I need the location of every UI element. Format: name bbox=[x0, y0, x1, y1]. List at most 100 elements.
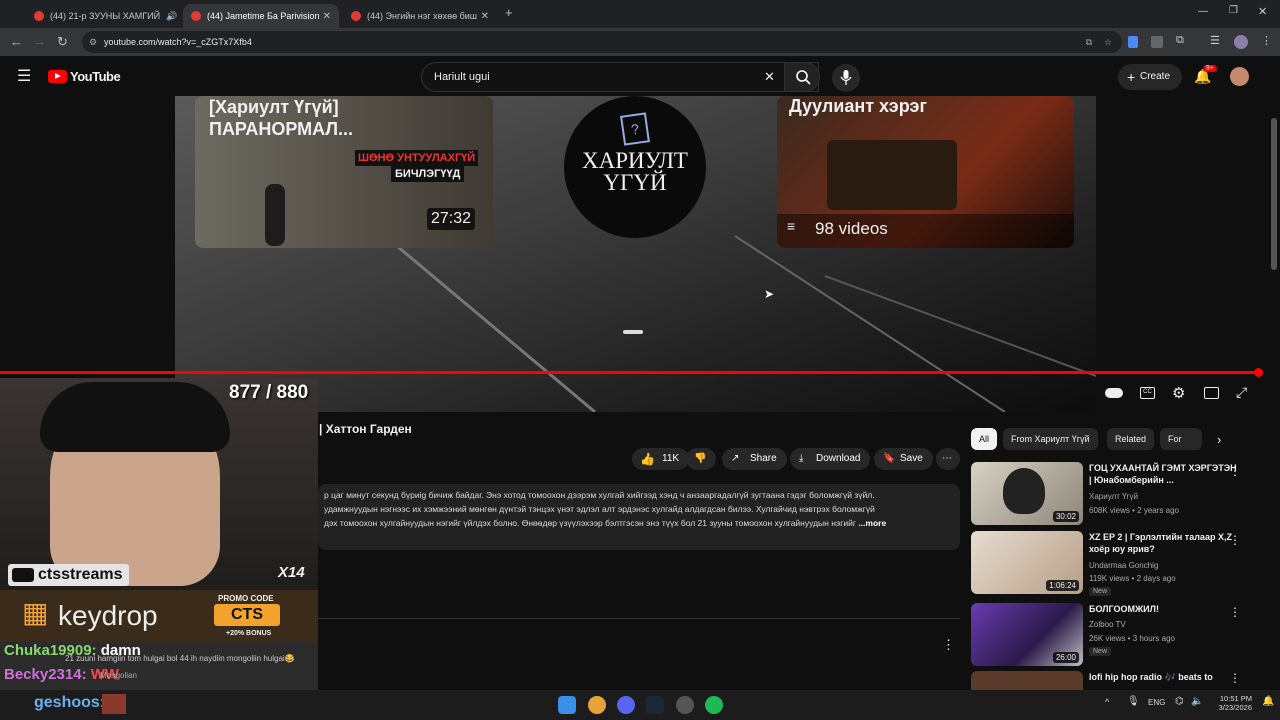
settings-icon[interactable]: ⚙ bbox=[1172, 384, 1185, 402]
subtitles-icon[interactable]: CC bbox=[1140, 387, 1155, 399]
video-meta: 608K views • 2 years ago bbox=[1089, 506, 1179, 515]
like-button[interactable]: 👍 11K bbox=[632, 448, 690, 470]
page-scrollbar[interactable] bbox=[1271, 118, 1277, 270]
video-player[interactable]: [Хариулт Үгүй] ПАРАНОРМАЛ... ШӨНӨ УНТУУЛ… bbox=[175, 96, 1096, 412]
end-screen-video-card[interactable]: [Хариулт Үгүй] ПАРАНОРМАЛ... ШӨНӨ УНТУУЛ… bbox=[195, 96, 493, 248]
chip-from-channel[interactable]: From Хариулт Үгүй bbox=[1003, 428, 1098, 450]
chat-user: Becky2314: bbox=[4, 666, 87, 683]
minimize-icon[interactable]: — bbox=[1198, 6, 1208, 17]
create-button[interactable]: + Create bbox=[1118, 64, 1182, 90]
address-bar[interactable]: ⚙ youtube.com/watch?v=_cZGTx7Xfb4 ⧉ ☆ bbox=[82, 31, 1122, 53]
extension-icon[interactable] bbox=[1128, 36, 1138, 48]
chat-user: geshoos: bbox=[34, 694, 106, 711]
item-menu-icon[interactable]: ⋮ bbox=[1229, 671, 1241, 685]
menu-kebab-icon[interactable]: ⋮ bbox=[1261, 34, 1272, 47]
reading-list-icon[interactable]: ☰ bbox=[1210, 34, 1220, 47]
clock[interactable]: 10:51 PM 3/23/2026 bbox=[1214, 694, 1252, 712]
video-indicator bbox=[623, 330, 643, 334]
speaker-icon[interactable]: 🔊 bbox=[166, 11, 177, 22]
channel-logo-circle[interactable]: ? ХАРИУЛТ ҮГҮЙ bbox=[564, 96, 706, 238]
obs-icon[interactable] bbox=[676, 696, 694, 714]
forward-icon[interactable]: → bbox=[33, 34, 46, 49]
comment-translation: Mongolian bbox=[100, 671, 137, 680]
extension-k-icon[interactable] bbox=[1151, 36, 1163, 48]
video-title: | Хаттон Гарден bbox=[319, 422, 412, 436]
tray-mic-icon[interactable]: 🎙 bbox=[1127, 696, 1140, 707]
search-input[interactable]: Hariult ugui ✕ bbox=[421, 62, 819, 92]
close-tab-icon[interactable]: ✕ bbox=[481, 11, 489, 22]
install-icon[interactable]: ⧉ bbox=[1086, 31, 1092, 53]
recommendation-item[interactable]: 30:02 ГОЦ УХААНТАЙ ГЭМТ ХЭРГЭТЭН | Юнабо… bbox=[971, 462, 1261, 528]
item-menu-icon[interactable]: ⋮ bbox=[1229, 533, 1241, 547]
language-indicator[interactable]: ENG bbox=[1148, 698, 1165, 707]
bookmark-star-icon[interactable]: ☆ bbox=[1104, 31, 1112, 53]
back-icon[interactable]: ← bbox=[10, 34, 23, 49]
voice-search-button[interactable] bbox=[832, 64, 860, 92]
clock-time: 10:51 PM bbox=[1219, 694, 1252, 703]
description-box[interactable]: р цаг минут секунд бүриig бичиж байдаг. … bbox=[318, 484, 960, 550]
browser-tab[interactable]: (44) Энгийн нэг хөхөө биш ? ✕ bbox=[343, 4, 497, 28]
logo-text: YouTube bbox=[70, 69, 121, 84]
card-sub-white: БИЧЛЭГҮҮД bbox=[391, 166, 465, 182]
recommendation-item[interactable]: lofi hip hop radio 🎶 beats to ⋮ bbox=[971, 671, 1261, 690]
maximize-icon[interactable]: ❐ bbox=[1229, 5, 1238, 16]
share-button[interactable]: ↗ Share bbox=[722, 448, 787, 470]
video-thumbnail[interactable]: 30:02 bbox=[971, 462, 1083, 525]
tray-chevron-icon[interactable]: ^ bbox=[1105, 697, 1109, 707]
video-thumbnail[interactable]: 1:06:24 bbox=[971, 531, 1083, 594]
chip-for-you[interactable]: For you bbox=[1160, 428, 1202, 450]
account-avatar[interactable] bbox=[1230, 67, 1249, 86]
close-window-icon[interactable]: ✕ bbox=[1258, 5, 1267, 18]
site-info-icon[interactable]: ⚙ bbox=[89, 31, 97, 53]
dislike-button[interactable]: 👎 bbox=[686, 448, 716, 470]
browser-tab[interactable]: (44) 21-р ЗУУНЫ ХАМГИЙ 🔊 ✕ bbox=[26, 4, 178, 28]
video-title: lofi hip hop radio 🎶 beats to bbox=[1089, 672, 1213, 682]
end-screen-playlist-card[interactable]: Дуулиант хэрэг ≡ 98 videos bbox=[777, 96, 1074, 248]
tab-title: (44) Jametime Ба Parivision Бе bbox=[207, 11, 319, 21]
network-icon[interactable]: ⌬ bbox=[1175, 696, 1184, 707]
close-tab-icon[interactable]: ✕ bbox=[323, 11, 331, 22]
show-more-link[interactable]: ...more bbox=[858, 518, 886, 528]
fullscreen-button-icon[interactable]: ⤢ bbox=[1236, 384, 1247, 401]
logo-line-2: ҮГҮЙ bbox=[603, 170, 667, 195]
steam-icon[interactable] bbox=[646, 696, 664, 714]
chip-related[interactable]: Related bbox=[1107, 428, 1155, 450]
close-tab-icon[interactable]: ✕ bbox=[177, 11, 178, 22]
new-tab-icon[interactable]: + bbox=[505, 5, 513, 20]
card-sub-red: ШӨНӨ УНТУУЛАХГҮЙ bbox=[355, 150, 479, 166]
video-thumbnail[interactable] bbox=[971, 671, 1083, 690]
youtube-favicon-icon bbox=[351, 11, 361, 21]
recommendation-item[interactable]: 1:06:24 XZ EP 2 | Гэрлэлтийн талаар X,Z … bbox=[971, 531, 1261, 597]
mouse-cursor-icon: ➤ bbox=[764, 287, 775, 301]
search-button[interactable] bbox=[784, 62, 820, 92]
save-button[interactable]: 🔖 Save bbox=[874, 448, 933, 470]
browser-tab-active[interactable]: (44) Jametime Ба Parivision Бе ✕ bbox=[183, 4, 339, 28]
autoplay-toggle[interactable] bbox=[1105, 388, 1123, 398]
progress-scrubber[interactable] bbox=[1254, 368, 1263, 377]
chrome-icon[interactable] bbox=[588, 696, 606, 714]
item-menu-icon[interactable]: ⋮ bbox=[1229, 605, 1241, 619]
item-menu-icon[interactable]: ⋮ bbox=[1229, 464, 1241, 478]
volume-icon[interactable]: 🔈 bbox=[1191, 696, 1203, 707]
comment-menu-icon[interactable]: ⋮ bbox=[942, 637, 955, 653]
windows-start-icon[interactable] bbox=[558, 696, 576, 714]
profile-avatar[interactable] bbox=[1234, 35, 1248, 49]
comment-text: 21 zuuni hamgiin tom hulgai bol 44 ih na… bbox=[65, 654, 295, 663]
miniplayer-button-icon[interactable] bbox=[1204, 387, 1219, 399]
clear-search-icon[interactable]: ✕ bbox=[764, 63, 775, 91]
video-thumbnail[interactable]: 26:00 bbox=[971, 603, 1083, 666]
discord-icon[interactable] bbox=[617, 696, 635, 714]
recommendation-item[interactable]: 26:00 БОЛГООМЖИЛ! Zolboo TV 26K views • … bbox=[971, 603, 1261, 669]
youtube-logo[interactable]: YouTube bbox=[48, 69, 121, 84]
notification-center-icon[interactable]: 🔔 bbox=[1262, 696, 1274, 707]
chip-all[interactable]: All bbox=[971, 428, 998, 450]
reload-icon[interactable]: ↻ bbox=[57, 34, 68, 50]
video-progress-bar[interactable] bbox=[0, 371, 1260, 374]
extensions-puzzle-icon[interactable]: ⧉ bbox=[1176, 34, 1184, 47]
divider bbox=[318, 618, 960, 619]
hamburger-menu-icon[interactable]: ☰ bbox=[17, 66, 31, 86]
download-button[interactable]: ⤓ Download bbox=[790, 448, 871, 470]
spotify-icon[interactable] bbox=[705, 696, 723, 714]
more-actions-button[interactable]: ⋯ bbox=[936, 448, 960, 470]
chevron-right-icon[interactable]: › bbox=[1217, 432, 1221, 447]
